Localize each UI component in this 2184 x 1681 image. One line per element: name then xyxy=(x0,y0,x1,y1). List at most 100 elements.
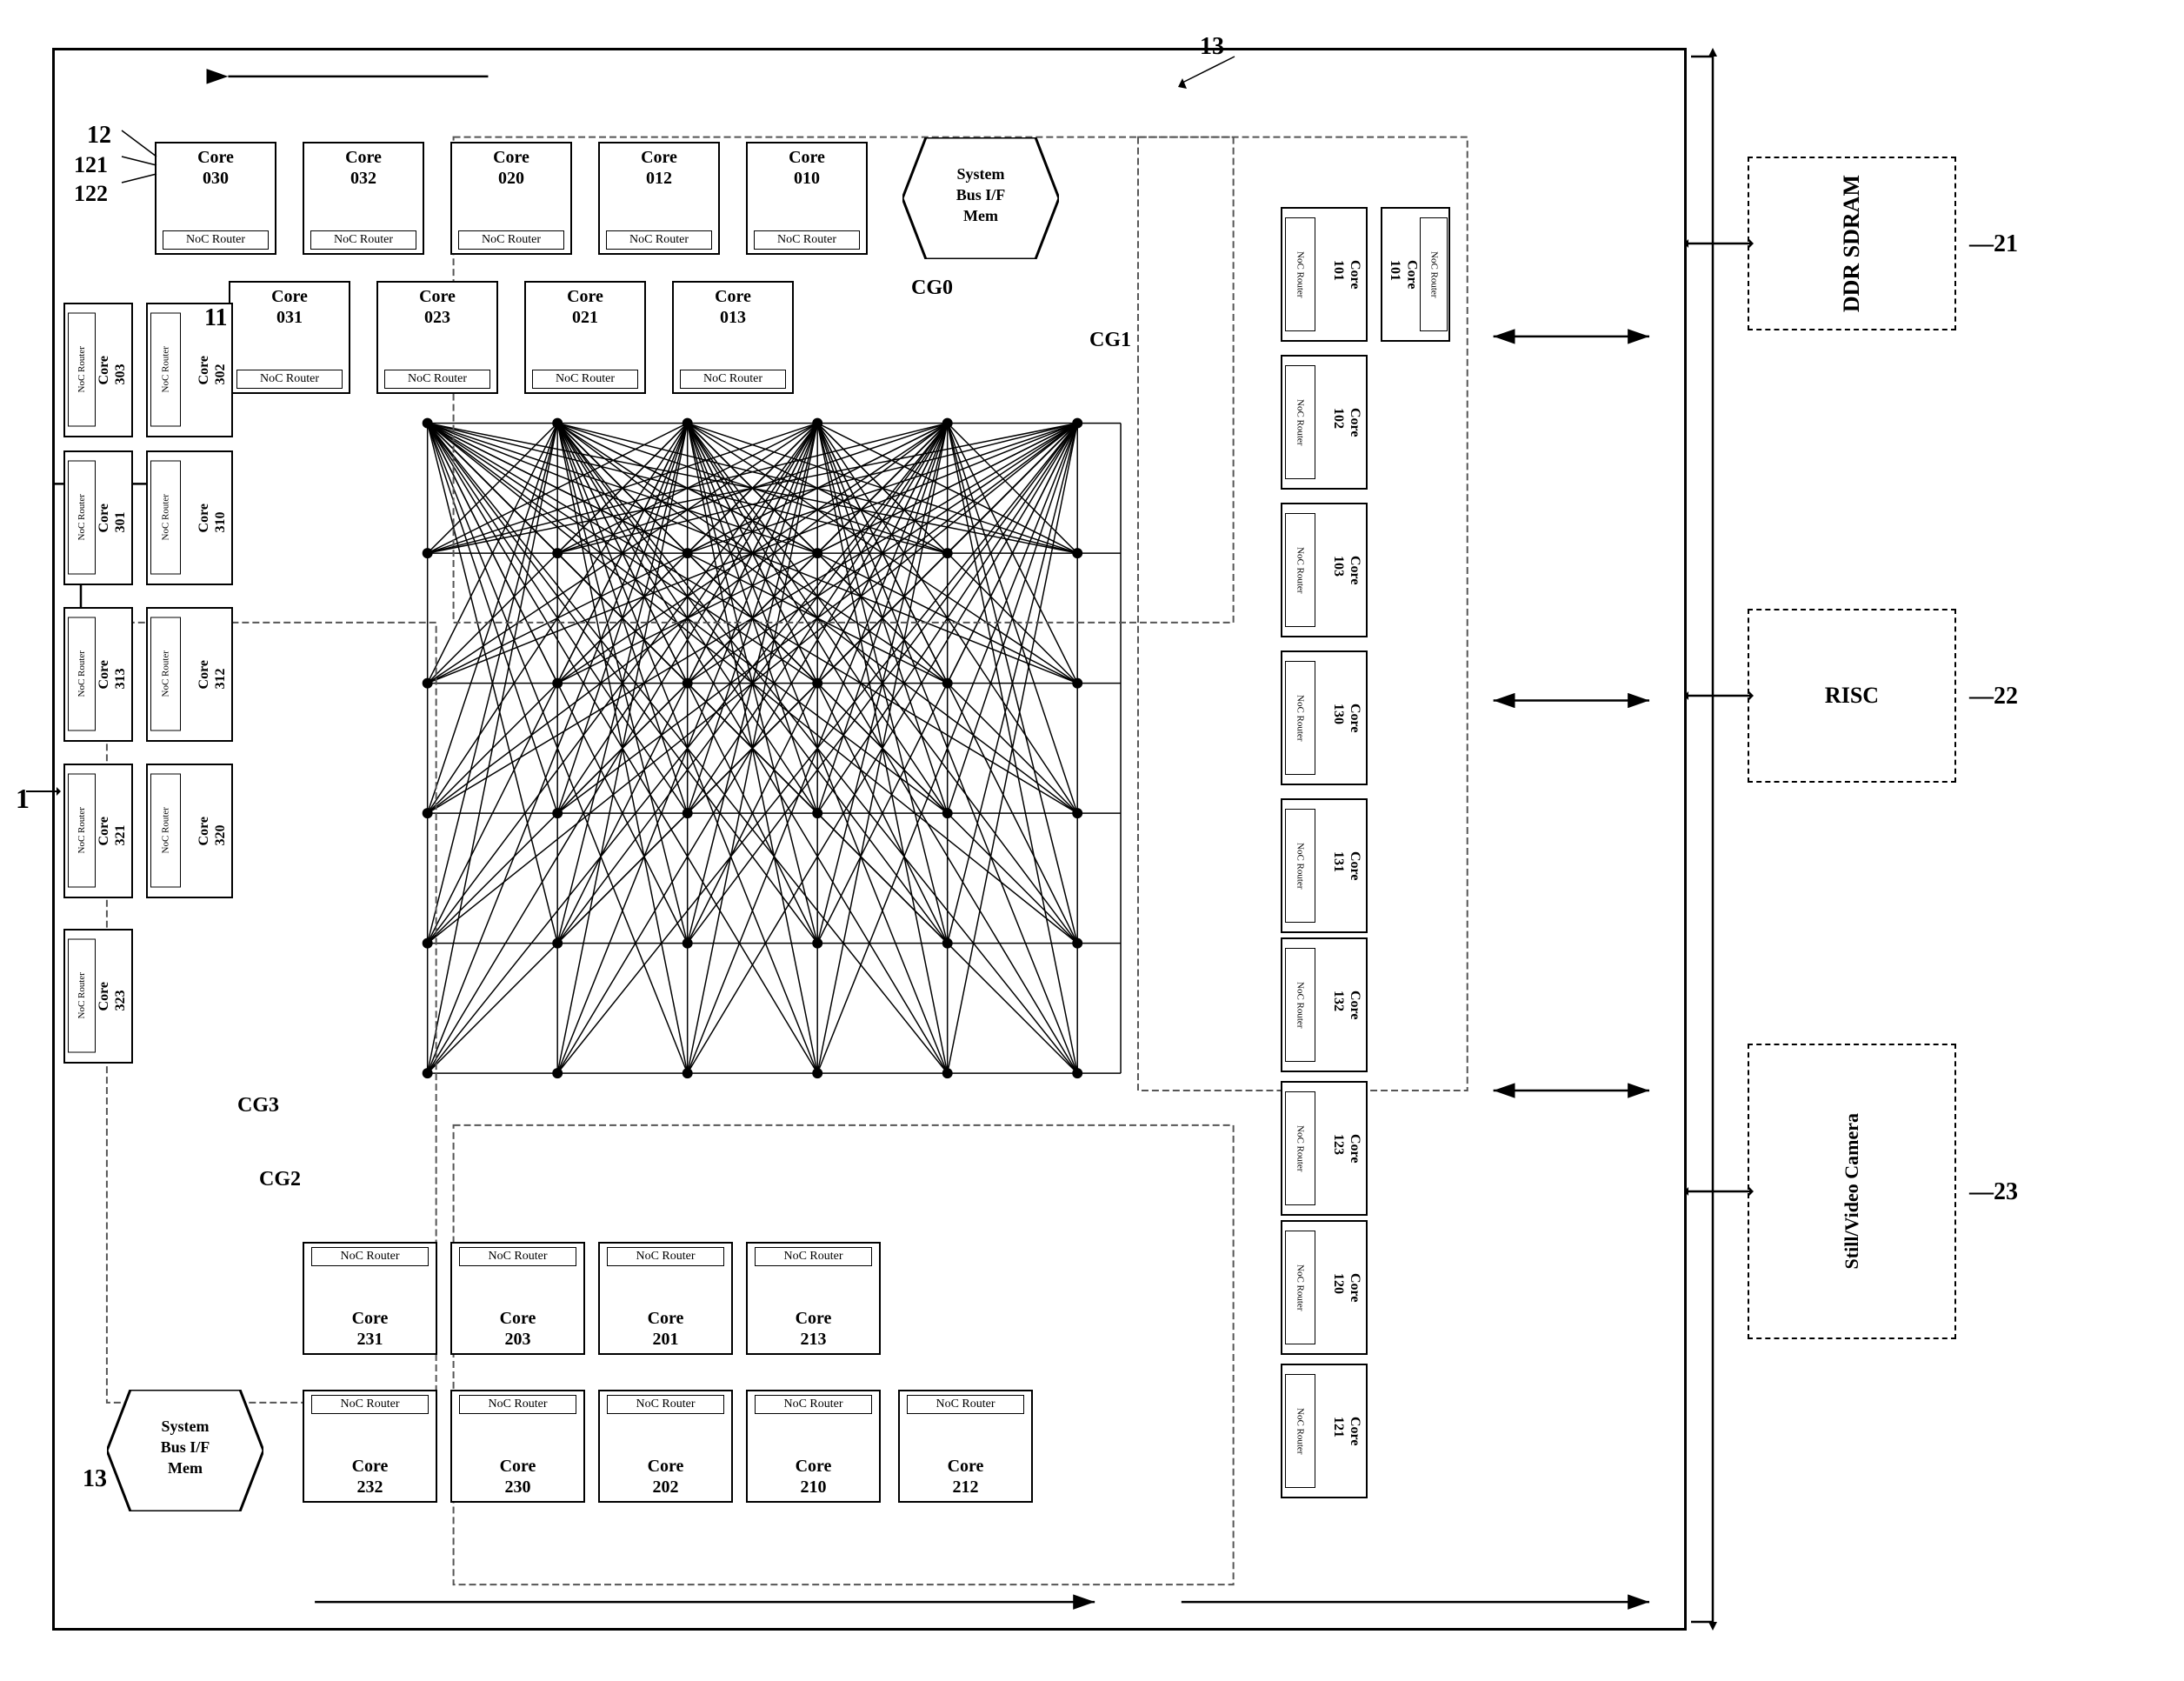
core-312-router: NoC Router xyxy=(150,617,181,731)
ref-13-bottom: 13 xyxy=(83,1465,107,1493)
core-132-label: Core132 xyxy=(1330,991,1363,1019)
core-132-router: NoC Router xyxy=(1285,948,1315,1062)
core-310-router: NoC Router xyxy=(150,461,181,575)
core-231-label: Core231 xyxy=(352,1308,389,1350)
core-101-outer: Core101 NoC Router xyxy=(1381,207,1450,342)
core-023-label: Core023 xyxy=(419,286,456,328)
core-212-router: NoC Router xyxy=(907,1395,1025,1414)
core-130: NoC Router Core130 xyxy=(1281,650,1368,785)
core-131-label: Core131 xyxy=(1330,851,1363,880)
ref-22: —22 xyxy=(1969,683,2018,710)
core-123-router: NoC Router xyxy=(1285,1091,1315,1205)
svg-text:Mem: Mem xyxy=(963,207,998,224)
core-013-router: NoC Router xyxy=(680,370,786,389)
core-232-label: Core232 xyxy=(352,1456,389,1498)
core-201-router: NoC Router xyxy=(607,1247,725,1266)
core-312-label: Core312 xyxy=(196,660,229,689)
core-032-label: Core032 xyxy=(345,147,382,189)
core-030-router: NoC Router xyxy=(163,230,269,250)
core-031-label: Core031 xyxy=(271,286,308,328)
core-323-label: Core323 xyxy=(96,982,129,1011)
core-120: NoC Router Core120 xyxy=(1281,1220,1368,1355)
core-321-label: Core321 xyxy=(96,817,129,845)
core-010-router: NoC Router xyxy=(754,230,860,250)
core-103-router: NoC Router xyxy=(1285,513,1315,627)
core-303-label: Core303 xyxy=(96,356,129,384)
core-213-router: NoC Router xyxy=(755,1247,873,1266)
core-210: NoC Router Core210 xyxy=(746,1390,881,1503)
core-310: NoC Router Core310 xyxy=(146,450,233,585)
sys-bus-bottom: System Bus I/F Mem xyxy=(107,1390,263,1511)
core-213-label: Core213 xyxy=(796,1308,832,1350)
core-131-router: NoC Router xyxy=(1285,809,1315,923)
core-012-label: Core012 xyxy=(641,147,677,189)
camera-box: Still/Video Camera xyxy=(1748,1044,1956,1339)
risc-box: RISC xyxy=(1748,609,1956,783)
core-323-router: NoC Router xyxy=(68,939,96,1053)
core-023-router: NoC Router xyxy=(384,370,490,389)
core-031: Core031 NoC Router xyxy=(229,281,350,394)
core-101-label: Core101 xyxy=(1330,260,1363,289)
risc-label: RISC xyxy=(1825,683,1879,709)
svg-text:Mem: Mem xyxy=(168,1459,203,1477)
core-303-router: NoC Router xyxy=(68,313,96,427)
core-301-router: NoC Router xyxy=(68,461,96,575)
core-303: NoC Router Core303 xyxy=(63,303,133,437)
svg-text:System: System xyxy=(957,165,1005,183)
core-103-label: Core103 xyxy=(1330,556,1363,584)
core-313-label: Core313 xyxy=(96,660,129,689)
cg3-label: CG3 xyxy=(237,1094,279,1117)
core-302-label: Core302 xyxy=(196,356,229,384)
core-320-label: Core320 xyxy=(196,817,229,845)
core-101-router: NoC Router xyxy=(1285,217,1315,331)
core-203-router: NoC Router xyxy=(459,1247,577,1266)
ddr-sdram-label: DDR SDRAM xyxy=(1839,175,1865,312)
core-203: NoC Router Core203 xyxy=(450,1242,585,1355)
core-120-label: Core120 xyxy=(1330,1273,1363,1302)
core-123: NoC Router Core123 xyxy=(1281,1081,1368,1216)
core-102-label: Core102 xyxy=(1330,408,1363,437)
core-010-label: Core010 xyxy=(789,147,825,189)
core-301: NoC Router Core301 xyxy=(63,450,133,585)
core-130-label: Core130 xyxy=(1330,704,1363,732)
core-201: NoC Router Core201 xyxy=(598,1242,733,1355)
core-212-label: Core212 xyxy=(948,1456,984,1498)
core-121-label: Core121 xyxy=(1330,1417,1363,1445)
core-321: NoC Router Core321 xyxy=(63,764,133,898)
core-210-router: NoC Router xyxy=(755,1395,873,1414)
core-032-router: NoC Router xyxy=(310,230,416,250)
core-230-router: NoC Router xyxy=(459,1395,577,1414)
core-131: NoC Router Core131 xyxy=(1281,798,1368,933)
core-313-router: NoC Router xyxy=(68,617,96,731)
core-321-router: NoC Router xyxy=(68,774,96,888)
core-230-label: Core230 xyxy=(500,1456,536,1498)
ref-11: 11 xyxy=(204,304,227,332)
core-012: Core012 NoC Router xyxy=(598,142,720,255)
core-032: Core032 NoC Router xyxy=(303,142,424,255)
core-310-label: Core310 xyxy=(196,504,229,532)
core-120-router: NoC Router xyxy=(1285,1231,1315,1344)
core-102-router: NoC Router xyxy=(1285,365,1315,479)
core-202-router: NoC Router xyxy=(607,1395,725,1414)
core-232-router: NoC Router xyxy=(311,1395,429,1414)
core-232: NoC Router Core232 xyxy=(303,1390,437,1503)
core-013: Core013 NoC Router xyxy=(672,281,794,394)
core-020-label: Core020 xyxy=(493,147,529,189)
core-201-label: Core201 xyxy=(648,1308,684,1350)
core-210-label: Core210 xyxy=(796,1456,832,1498)
core-021-router: NoC Router xyxy=(532,370,638,389)
core-323: NoC Router Core323 xyxy=(63,929,133,1064)
core-021-label: Core021 xyxy=(567,286,603,328)
core-101: NoC Router Core101 xyxy=(1281,207,1368,342)
svg-text:System: System xyxy=(162,1418,210,1435)
core-102: NoC Router Core102 xyxy=(1281,355,1368,490)
core-021: Core021 NoC Router xyxy=(524,281,646,394)
core-101-outer-label: Core101 xyxy=(1387,260,1420,289)
camera-label: Still/Video Camera xyxy=(1841,1113,1863,1269)
core-130-router: NoC Router xyxy=(1285,661,1315,775)
sys-bus-top: System Bus I/F Mem xyxy=(902,137,1059,259)
ddr-sdram-box: DDR SDRAM xyxy=(1748,157,1956,330)
svg-text:Bus I/F: Bus I/F xyxy=(161,1438,210,1456)
core-203-label: Core203 xyxy=(500,1308,536,1350)
core-121: NoC Router Core121 xyxy=(1281,1364,1368,1498)
